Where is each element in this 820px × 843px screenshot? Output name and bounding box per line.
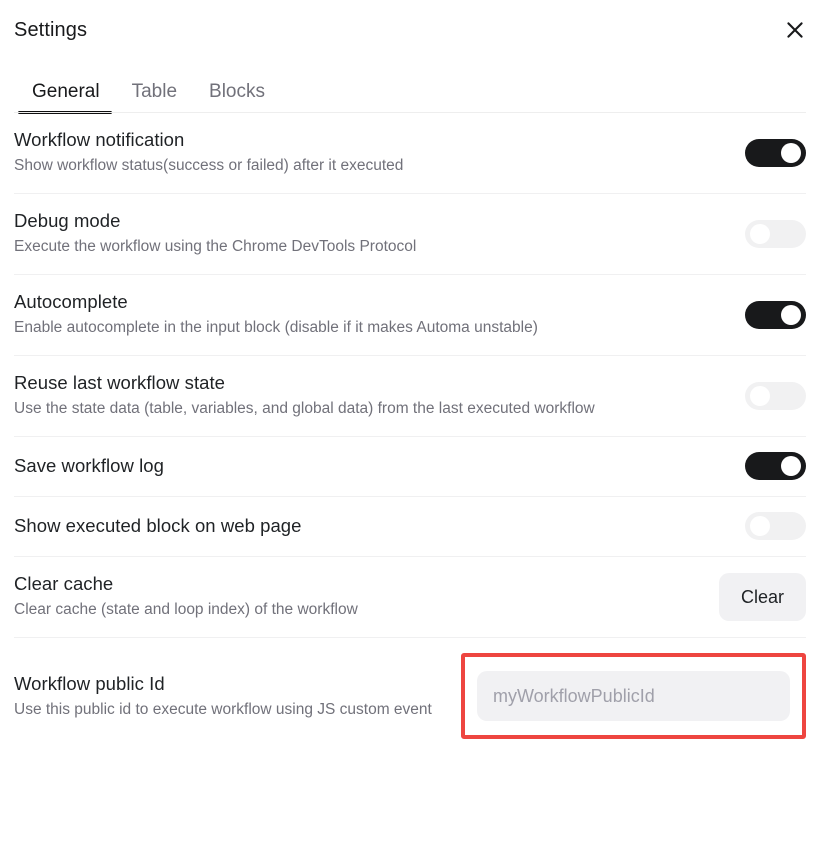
setting-description: Use the state data (table, variables, an… [14,400,595,417]
setting-title: Debug mode [14,210,121,231]
setting-text: Workflow public Id Use this public id to… [14,672,445,721]
modal-header: Settings [0,0,820,58]
tab-general[interactable]: General [14,81,116,114]
settings-tabs: General Table Blocks [0,58,820,114]
setting-title: Show executed block on web page [14,515,302,536]
setting-text: Show executed block on web page [14,514,729,538]
setting-control [745,452,806,480]
setting-text: Debug mode Execute the workflow using th… [14,209,729,258]
toggle-debug-mode[interactable] [745,219,806,248]
setting-row-save-workflow-log: Save workflow log [14,437,806,497]
setting-title: Reuse last workflow state [14,372,226,393]
toggle-knob [750,223,770,244]
setting-description: Show workflow status(success or failed) … [14,157,404,174]
toggle-knob [781,304,801,325]
setting-row-clear-cache: Clear cache Clear cache (state and loop … [14,557,806,638]
toggle-show-executed-block[interactable] [745,512,806,540]
close-icon[interactable] [780,15,810,45]
setting-description: Enable autocomplete in the input block (… [14,319,538,336]
setting-row-workflow-notification: Workflow notification Show workflow stat… [14,113,806,194]
setting-row-workflow-public-id: Workflow public Id Use this public id to… [14,638,806,755]
setting-text: Clear cache Clear cache (state and loop … [14,572,703,621]
setting-control [745,300,806,329]
settings-modal: Settings General Table Blocks Workflow n… [0,0,820,843]
setting-control [745,138,806,167]
clear-cache-button[interactable]: Clear [718,572,806,621]
setting-control [745,381,806,410]
setting-row-debug-mode: Debug mode Execute the workflow using th… [14,194,806,275]
tabs-divider [14,112,806,113]
tab-blocks[interactable]: Blocks [193,81,281,113]
toggle-save-workflow-log[interactable] [745,452,806,480]
setting-text: Reuse last workflow state Use the state … [14,371,729,420]
setting-title: Workflow notification [14,129,185,150]
setting-row-reuse-last-workflow-state: Reuse last workflow state Use the state … [14,356,806,437]
setting-control [745,512,806,540]
setting-title: Save workflow log [14,455,164,476]
setting-row-autocomplete: Autocomplete Enable autocomplete in the … [14,275,806,356]
setting-description: Execute the workflow using the Chrome De… [14,238,417,255]
toggle-knob [781,142,801,163]
toggle-autocomplete[interactable] [745,300,806,329]
setting-row-show-executed-block: Show executed block on web page [14,497,806,557]
setting-title: Workflow public Id [14,672,165,694]
toggle-knob [750,516,770,536]
setting-description: Use this public id to execute workflow u… [14,700,432,718]
toggle-knob [750,385,770,406]
setting-title: Autocomplete [14,291,128,312]
setting-control [745,219,806,248]
toggle-knob [781,456,801,476]
setting-control: Clear [718,572,806,621]
toggle-reuse-last-workflow-state[interactable] [745,381,806,410]
workflow-public-id-input[interactable] [477,671,790,721]
setting-text: Workflow notification Show workflow stat… [14,128,729,177]
setting-description: Clear cache (state and loop index) of th… [14,601,358,618]
settings-list: Workflow notification Show workflow stat… [0,113,820,755]
setting-text: Save workflow log [14,454,729,478]
toggle-workflow-notification[interactable] [745,138,806,167]
tab-table[interactable]: Table [116,81,193,113]
setting-text: Autocomplete Enable autocomplete in the … [14,290,729,339]
setting-title: Clear cache [14,573,114,594]
highlight-outline [461,653,806,739]
page-title: Settings [14,19,88,41]
setting-control [461,653,806,739]
